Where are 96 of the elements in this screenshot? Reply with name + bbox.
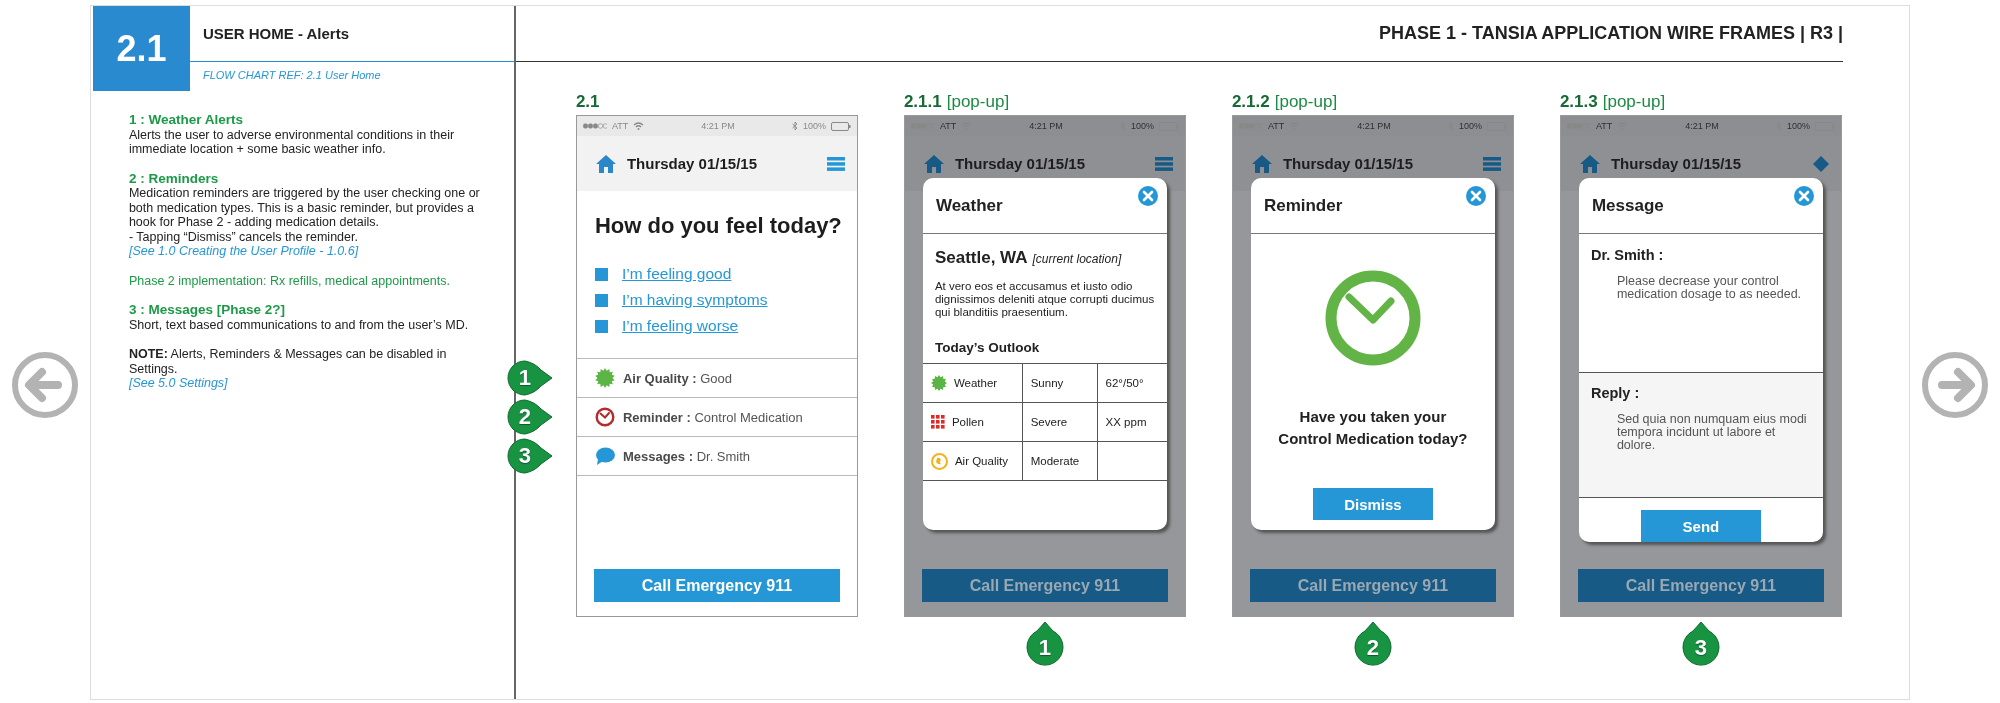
close-icon[interactable] xyxy=(1465,186,1486,206)
table-cell: Sunny xyxy=(1030,377,1064,389)
screen-date: Thursday 01/15/15 xyxy=(1610,155,1742,172)
option-bullet xyxy=(594,293,608,307)
home-icon xyxy=(1578,153,1601,174)
screen-label: 2.1.2 [pop-up] xyxy=(1231,90,1338,113)
carrier-name: ATT xyxy=(611,121,629,131)
note-heading: 3 : Messages [Phase 2?] xyxy=(128,303,286,318)
menu-icon[interactable] xyxy=(826,156,845,171)
table-cell: Severe xyxy=(1030,416,1068,428)
home-icon xyxy=(594,153,617,174)
table-cell: XX ppm xyxy=(1105,416,1147,428)
speech-bubble-icon xyxy=(594,446,615,466)
emergency-call-button[interactable]: Call Emergency 911 xyxy=(1577,569,1824,602)
number-badge: 2 xyxy=(1352,621,1393,667)
screen-date: Thursday 01/15/15 xyxy=(626,155,758,172)
table-cell: Air Quality xyxy=(954,455,1008,467)
note-heading: 1 : Weather Alerts xyxy=(128,113,244,128)
number-badge: 3 xyxy=(1680,621,1721,667)
dismiss-button[interactable]: Dismiss xyxy=(1312,488,1433,520)
flow-chart-reference: FLOW CHART REF: 2.1 User Home xyxy=(201,68,382,81)
sender-name: Dr. Smith : xyxy=(1590,247,1665,263)
answer-link[interactable]: I’m feeling good xyxy=(621,264,732,284)
reply-text: Sed quia non numquam eius modi tempora incidunt ut labore et dolore. xyxy=(1616,413,1808,452)
reminder-question: Have you taken your Control Medication today? xyxy=(1277,407,1469,449)
reference-link[interactable]: [See 1.0 Creating the User Profile - 1.0.6] xyxy=(128,244,490,259)
number-badge: 3 xyxy=(506,438,553,474)
note-text: - Tapping “Dismiss” cancels the reminder. xyxy=(128,229,359,244)
note-text: NOTE: Alerts, Reminders & Messages can be disabled in Settings. xyxy=(128,347,448,376)
status-time: 4:21 PM xyxy=(700,121,736,131)
number-badge: 1 xyxy=(1024,621,1065,667)
globe-icon xyxy=(930,452,948,470)
note-text: Short, text based communications to and from the user’s MD. xyxy=(128,317,470,332)
note-heading: 2 : Reminders xyxy=(128,171,220,186)
note-text: Alerts the user to adverse environmental conditions in their immediate location + some basic weather info. xyxy=(128,127,456,157)
option-bullet xyxy=(594,267,608,281)
status-time: 4:21 PM xyxy=(1356,121,1392,131)
reference-link[interactable]: [See 5.0 Settings] xyxy=(128,376,490,391)
sunburst-icon xyxy=(594,368,615,388)
message-text: Please decrease your control medication dosage to as needed. xyxy=(1616,275,1803,301)
signal-icon xyxy=(582,123,607,129)
screen-date: Thursday 01/15/15 xyxy=(1282,155,1414,172)
location-name: Seattle, WA xyxy=(934,248,1028,268)
battery-level: 100% xyxy=(1130,121,1154,131)
number-badge: 2 xyxy=(506,399,553,435)
close-icon[interactable] xyxy=(1137,186,1158,206)
reply-field[interactable]: Reply : Sed quia non numquam eius modi tempora incidunt ut labore et dolore. xyxy=(1578,373,1823,498)
popup-title: Message xyxy=(1591,195,1664,216)
send-button[interactable]: Send xyxy=(1640,510,1761,542)
emergency-call-button[interactable]: Call Emergency 911 xyxy=(921,569,1168,602)
screen-label: 2.1.3 [pop-up] xyxy=(1559,90,1666,113)
screen-label: 2.1 xyxy=(575,90,601,113)
reply-label: Reply : xyxy=(1590,385,1641,401)
note-text: Medication reminders are triggered by the user checking one or both medication types. This is a basic reminder, but provides a hook for Phase 2 - adding medication details. xyxy=(128,186,481,230)
home-icon xyxy=(1250,153,1273,174)
table-cell: Weather xyxy=(953,377,998,389)
answer-link[interactable]: I’m feeling worse xyxy=(621,316,739,336)
menu-icon[interactable] xyxy=(1154,156,1173,171)
status-time: 4:21 PM xyxy=(1028,121,1064,131)
option-bullet xyxy=(594,319,608,333)
battery-level: 100% xyxy=(802,121,826,131)
battery-level: 100% xyxy=(1458,121,1482,131)
home-icon xyxy=(922,153,945,174)
popup-title: Reminder xyxy=(1263,195,1343,216)
status-time: 4:21 PM xyxy=(1684,121,1720,131)
clock-icon xyxy=(1324,270,1421,366)
carrier-name: ATT xyxy=(939,121,957,131)
location-note: [current location] xyxy=(1032,252,1122,266)
emergency-call-button[interactable]: Call Emergency 911 xyxy=(1249,569,1496,602)
diamond-icon[interactable] xyxy=(1812,155,1829,172)
emergency-call-button[interactable]: Call Emergency 911 xyxy=(593,569,840,602)
battery-icon xyxy=(830,121,851,131)
menu-icon[interactable] xyxy=(1482,156,1501,171)
screen-date: Thursday 01/15/15 xyxy=(954,155,1086,172)
note-text: Phase 2 implementation: Rx refills, medical appointments. xyxy=(128,273,451,288)
table-cell: Moderate xyxy=(1030,455,1080,467)
section-title: USER HOME - Alerts xyxy=(189,6,514,62)
carrier-name: ATT xyxy=(1595,121,1613,131)
document-title: PHASE 1 - TANSIA APPLICATION WIRE FRAMES | R3 | xyxy=(515,6,1844,62)
question-heading: How do you feel today? xyxy=(594,212,843,240)
close-icon[interactable] xyxy=(1793,186,1814,206)
battery-level: 100% xyxy=(1786,121,1810,131)
outlook-heading: Today’s Outlook xyxy=(934,340,1041,355)
table-cell: 62°/50° xyxy=(1105,377,1144,389)
screen-label: 2.1.1 [pop-up] xyxy=(903,90,1010,113)
number-badge: 1 xyxy=(506,360,553,396)
popup-title: Weather xyxy=(935,195,1003,216)
sunburst-icon xyxy=(930,375,947,391)
answer-link[interactable]: I’m having symptoms xyxy=(621,290,768,310)
wifi-icon xyxy=(633,122,645,130)
dot-grid-icon xyxy=(930,415,945,429)
clock-icon xyxy=(594,407,615,427)
carrier-name: ATT xyxy=(1267,121,1285,131)
weather-description: At vero eos et accusamus et iusto odio dignissimos deleniti atque corrupti ducimus qui blanditiis praesentium. xyxy=(934,280,1155,319)
table-cell: Pollen xyxy=(951,416,984,428)
section-number: 2.1 xyxy=(92,6,190,91)
